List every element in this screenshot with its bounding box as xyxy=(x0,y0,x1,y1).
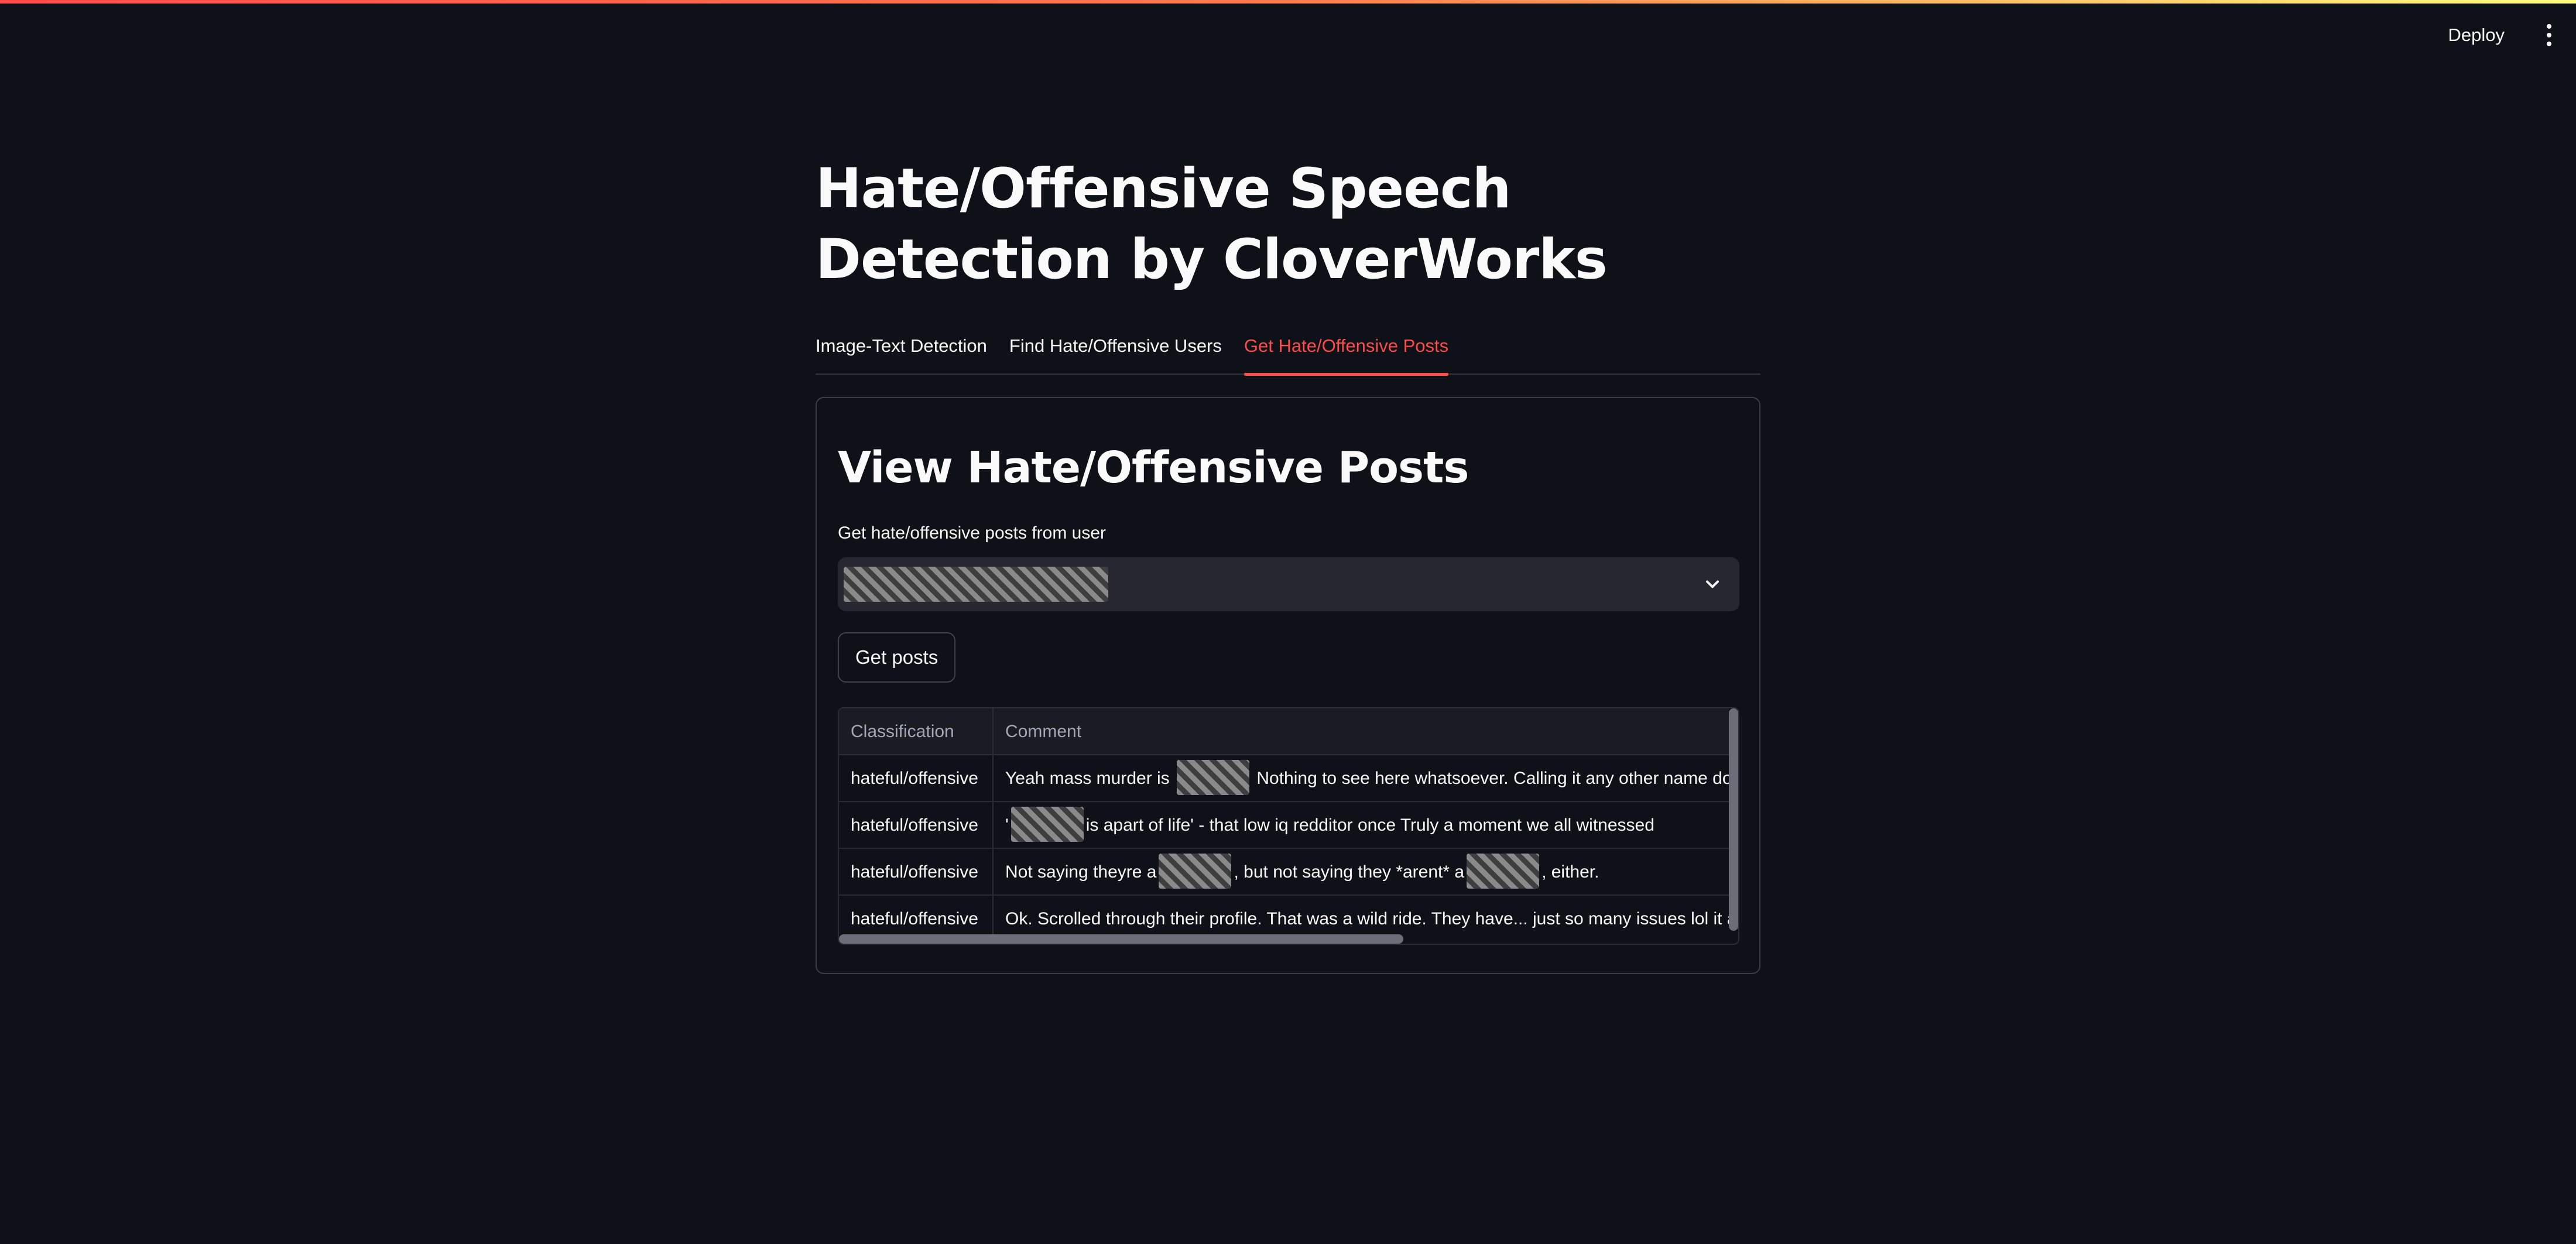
classification-cell[interactable]: hateful/offensive xyxy=(839,755,994,802)
comment-cell[interactable]: Yeah mass murder is Nothing to see here … xyxy=(994,755,1729,802)
user-select[interactable] xyxy=(838,557,1739,611)
vertical-ellipsis-icon xyxy=(2547,24,2551,29)
comment-text: , but not saying they *arent* a xyxy=(1234,862,1465,882)
table-header: Classification Comment xyxy=(839,708,1729,755)
redacted-word xyxy=(1159,854,1232,889)
deploy-button[interactable]: Deploy xyxy=(2435,19,2518,52)
vertical-scrollbar[interactable] xyxy=(1729,708,1738,931)
vertical-ellipsis-icon-dot xyxy=(2547,42,2551,46)
table-row[interactable]: hateful/offensive ' is apart of life' - t… xyxy=(839,802,1729,849)
column-header-comment[interactable]: Comment xyxy=(994,708,1729,755)
comment-text: Ok. Scrolled through their profile. That… xyxy=(1005,909,1729,928)
comment-text: Not saying theyre a xyxy=(1005,862,1157,882)
tab-image-text-detection[interactable]: Image-Text Detection xyxy=(816,328,987,375)
redacted-word xyxy=(1467,854,1540,889)
classification-cell[interactable]: hateful/offensive xyxy=(839,849,994,896)
comment-text: , either. xyxy=(1542,862,1599,882)
classification-cell[interactable]: hateful/offensive xyxy=(839,802,994,849)
redacted-word xyxy=(1010,807,1084,842)
table-row[interactable]: hateful/offensive Not saying theyre a , b… xyxy=(839,849,1729,896)
comment-text: Nothing to see here whatsoever. Calling … xyxy=(1252,769,1729,788)
section-title: View Hate/Offensive Posts xyxy=(838,443,1469,493)
main-menu-button[interactable] xyxy=(2533,19,2565,52)
horizontal-scrollbar[interactable] xyxy=(839,934,1403,944)
redacted-word xyxy=(1177,760,1250,796)
tab-get-hate-offensive-posts[interactable]: Get Hate/Offensive Posts xyxy=(1244,328,1449,376)
page-title: Hate/Offensive Speech Detection by Clove… xyxy=(816,157,1608,292)
vertical-ellipsis-icon-dot xyxy=(2547,33,2551,37)
app-header: Deploy xyxy=(0,4,2576,68)
chevron-down-icon xyxy=(1706,580,1719,588)
comment-cell[interactable]: ' is apart of life' - that low iq reddito… xyxy=(994,802,1729,849)
comment-text: ' xyxy=(1005,815,1009,835)
posts-panel: View Hate/Offensive Posts Get hate/offen… xyxy=(816,397,1760,974)
table-row[interactable]: hateful/offensive Yeah mass murder is No… xyxy=(839,755,1729,802)
redacted-username xyxy=(844,567,1108,602)
posts-table[interactable]: Classification Comment hateful/offensive… xyxy=(838,707,1739,945)
comment-cell[interactable]: Not saying theyre a , but not saying they… xyxy=(994,849,1729,896)
get-posts-button[interactable]: Get posts xyxy=(838,632,956,683)
user-select-label: Get hate/offensive posts from user xyxy=(838,523,1107,543)
tab-find-hate-offensive-users[interactable]: Find Hate/Offensive Users xyxy=(1009,328,1222,375)
comment-text: is apart of life' - that low iq redditor… xyxy=(1085,815,1654,835)
tab-bar: Image-Text Detection Find Hate/Offensive… xyxy=(816,328,1760,376)
comment-text: Yeah mass murder is xyxy=(1005,769,1175,788)
column-header-classification[interactable]: Classification xyxy=(839,708,994,755)
